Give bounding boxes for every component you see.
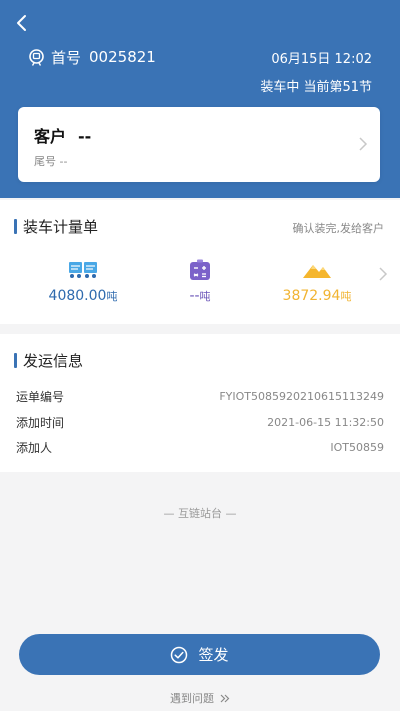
info-value: FYIOT5085920210615113249 (219, 389, 384, 403)
issue-button[interactable]: 签发 (19, 634, 380, 675)
loading-status: 装车中 当前第51节 (260, 80, 372, 95)
loading-sheet-title: 装车计量单 (23, 217, 99, 236)
double-chevron-right-icon (220, 694, 230, 703)
train-label: 首号 (51, 48, 82, 67)
tail-value: -- (59, 155, 68, 168)
customer-card[interactable]: 客户 -- 尾号 -- (18, 107, 380, 182)
problem-label: 遇到问题 (170, 692, 214, 705)
datetime: 06月15日 12:02 (271, 52, 372, 67)
title-accent (14, 352, 17, 368)
train-number: 0025821 (89, 48, 156, 66)
customer-name: 客户 -- (34, 123, 91, 147)
wagon-icon (68, 258, 98, 282)
tail-label: 尾号 (34, 155, 56, 168)
shipment-info-title: 发运信息 (23, 351, 84, 370)
info-row-added-time: 添加时间 2021-06-15 11:32:50 (16, 412, 384, 432)
metric-calculated-weight[interactable]: --吨 (140, 258, 260, 304)
metric-value: --吨 (189, 288, 211, 304)
chevron-right-icon[interactable] (378, 266, 388, 282)
chevron-right-icon (359, 137, 368, 151)
section-title: 发运信息 (14, 350, 83, 370)
info-label: 添加人 (16, 440, 53, 455)
confirm-send-link[interactable]: 确认装完,发给客户 (293, 220, 385, 236)
section-title: 装车计量单 (14, 216, 98, 236)
issue-label: 签发 (198, 646, 229, 664)
coal-pile-icon (302, 258, 332, 282)
calculator-icon (185, 258, 215, 282)
metric-value: 3872.94吨 (282, 288, 352, 304)
customer-label: 客户 (34, 127, 67, 146)
info-value: 2021-06-15 11:32:50 (267, 415, 384, 429)
tail-number: 尾号 -- (34, 153, 67, 169)
problem-link[interactable]: 遇到问题 (0, 690, 400, 706)
title-accent (14, 218, 17, 234)
metric-wagon-weight[interactable]: 4080.00吨 (23, 258, 143, 304)
metric-value: 4080.00吨 (48, 288, 118, 304)
info-value: IOT50859 (330, 440, 384, 454)
footer-brand: — 互链站台 — (163, 507, 237, 520)
chevron-left-icon (17, 15, 26, 31)
info-label: 添加时间 (16, 415, 65, 430)
check-circle-icon (170, 646, 188, 664)
info-label: 运单编号 (16, 389, 65, 404)
customer-value: -- (78, 127, 92, 146)
back-button[interactable] (8, 8, 36, 38)
info-row-waybill: 运单编号 FYIOT5085920210615113249 (16, 386, 384, 406)
train-info: 首号 0025821 (28, 44, 156, 70)
loading-sheet-section: 装车计量单 确认装完,发给客户 4080.00吨 --吨 3872.94吨 (0, 200, 400, 324)
train-icon (28, 48, 45, 66)
header-bar: 首号 0025821 06月15日 12:02 装车中 当前第51节 客户 -- … (0, 0, 400, 198)
metric-coal-weight[interactable]: 3872.94吨 (257, 258, 377, 304)
info-row-added-by: 添加人 IOT50859 (16, 437, 384, 457)
shipment-info-section: 发运信息 运单编号 FYIOT5085920210615113249 添加时间 … (0, 334, 400, 472)
